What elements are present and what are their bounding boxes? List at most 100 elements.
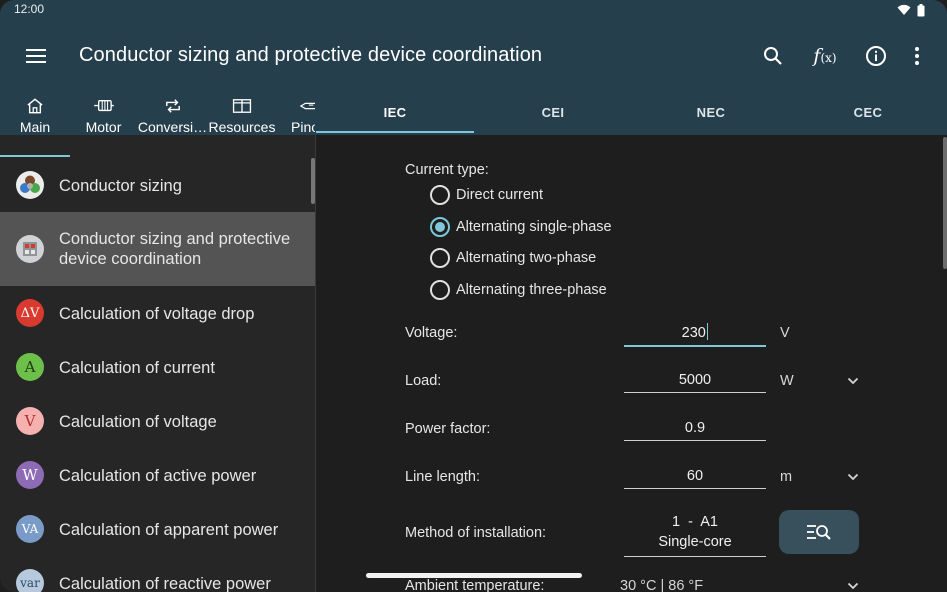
chevron-down-icon[interactable] bbox=[847, 473, 859, 481]
battery-icon bbox=[917, 4, 925, 17]
tab-conversions[interactable]: Conversi… bbox=[137, 92, 208, 135]
radio-button-checked[interactable] bbox=[430, 217, 450, 237]
current-type-label: Current type: bbox=[405, 162, 489, 178]
conductor-cores-icon bbox=[16, 171, 44, 199]
list-item-label: Calculation of reactive power bbox=[59, 575, 271, 592]
list-item-label: Conductor sizing and protective device c… bbox=[59, 230, 291, 268]
radio-button[interactable] bbox=[430, 280, 450, 300]
tab-cei[interactable]: CEI bbox=[474, 92, 632, 133]
radio-label[interactable]: Direct current bbox=[456, 187, 543, 203]
load-unit-select[interactable]: W bbox=[780, 373, 794, 389]
list-item-label: Calculation of apparent power bbox=[59, 521, 279, 539]
gesture-nav-handle[interactable] bbox=[366, 573, 582, 578]
radio-label[interactable]: Alternating two-phase bbox=[456, 250, 596, 266]
info-button[interactable] bbox=[861, 42, 891, 70]
voltage-icon: V bbox=[16, 407, 44, 435]
tab-main[interactable]: Main bbox=[0, 92, 70, 135]
breaker-icon bbox=[16, 235, 44, 263]
installation-picker-button[interactable] bbox=[779, 510, 859, 554]
power-factor-input[interactable]: 0.9 bbox=[624, 420, 766, 441]
current-icon: A bbox=[16, 353, 44, 381]
function-icon: f(x) bbox=[813, 45, 837, 67]
menu-button[interactable] bbox=[22, 42, 50, 70]
list-item-voltage-drop[interactable]: ΔV Calculation of voltage drop bbox=[0, 286, 315, 340]
list-item-current[interactable]: A Calculation of current bbox=[0, 340, 315, 394]
radio-button[interactable] bbox=[430, 185, 450, 205]
installation-method-field[interactable]: 1 - A1 Single-core bbox=[624, 512, 766, 557]
chevron-down-icon[interactable] bbox=[847, 582, 859, 590]
voltage-drop-icon: ΔV bbox=[16, 299, 44, 327]
top-app-bar: 12:00 Conductor sizing and protective de… bbox=[0, 0, 947, 135]
ambient-temperature-label: Ambient temperature: bbox=[405, 578, 545, 592]
radio-button[interactable] bbox=[430, 248, 450, 268]
calculation-form: Current type: Direct current Alternating… bbox=[316, 135, 947, 592]
list-item-apparent-power[interactable]: VA Calculation of apparent power bbox=[0, 502, 315, 556]
list-item-label: Calculation of current bbox=[59, 359, 215, 377]
installation-type: Single-core bbox=[658, 534, 732, 550]
tab-label: Pino bbox=[291, 119, 315, 135]
repeat-icon bbox=[165, 99, 180, 113]
list-item-label: Calculation of voltage drop bbox=[59, 305, 255, 323]
status-time: 12:00 bbox=[14, 2, 45, 16]
chevron-down-icon[interactable] bbox=[847, 377, 859, 385]
active-power-icon: W bbox=[16, 461, 44, 489]
formula-button[interactable]: f(x) bbox=[810, 42, 840, 70]
list-item-label: Calculation of active power bbox=[59, 467, 257, 485]
installation-method-label: Method of installation: bbox=[405, 525, 547, 541]
list-item-conductor-sizing-protective[interactable]: Conductor sizing and protective device c… bbox=[0, 212, 315, 286]
list-search-icon bbox=[807, 525, 831, 540]
list-item-conductor-sizing[interactable]: Conductor sizing bbox=[0, 158, 315, 212]
ambient-temperature-value[interactable]: 30 °C | 86 °F bbox=[620, 578, 703, 592]
load-label: Load: bbox=[405, 373, 442, 389]
book-icon bbox=[232, 99, 252, 113]
overflow-menu-button[interactable] bbox=[902, 42, 932, 70]
list-item-voltage[interactable]: V Calculation of voltage bbox=[0, 394, 315, 448]
hamburger-menu-icon bbox=[26, 49, 46, 63]
form-scrollbar[interactable] bbox=[943, 137, 947, 269]
radio-label[interactable]: Alternating three-phase bbox=[456, 282, 607, 298]
list-item-reactive-power[interactable]: var Calculation of reactive power bbox=[0, 556, 315, 592]
wifi-icon bbox=[897, 4, 911, 15]
tab-motor[interactable]: Motor bbox=[70, 92, 137, 135]
installation-code: 1 - A1 bbox=[672, 514, 718, 530]
tab-indicator bbox=[316, 131, 474, 133]
apparent-power-icon: VA bbox=[16, 515, 44, 543]
load-input[interactable]: 5000 bbox=[624, 372, 766, 393]
tab-nec[interactable]: NEC bbox=[632, 92, 790, 133]
category-tab-indicator-bar bbox=[0, 155, 70, 157]
voltage-unit: V bbox=[780, 325, 790, 341]
standard-tabs: IEC CEI NEC CEC bbox=[316, 92, 947, 135]
line-length-input[interactable]: 60 bbox=[624, 468, 766, 489]
reactive-power-icon: var bbox=[16, 569, 44, 592]
tab-cec[interactable]: CEC bbox=[789, 92, 947, 133]
radio-label[interactable]: Alternating single-phase bbox=[456, 219, 612, 235]
status-icons bbox=[897, 4, 925, 17]
info-icon bbox=[866, 46, 886, 66]
power-factor-label: Power factor: bbox=[405, 421, 491, 437]
voltage-label: Voltage: bbox=[405, 325, 458, 341]
tab-label: Main bbox=[19, 119, 51, 135]
tab-label: Motor bbox=[85, 119, 122, 135]
tab-label: Resources bbox=[208, 119, 276, 135]
motor-icon bbox=[93, 100, 114, 112]
home-icon bbox=[27, 98, 43, 114]
search-button[interactable] bbox=[758, 42, 788, 70]
tab-resources[interactable]: Resources bbox=[208, 92, 276, 135]
app-window: 12:00 Conductor sizing and protective de… bbox=[0, 0, 947, 592]
tab-iec[interactable]: IEC bbox=[316, 92, 474, 133]
category-tabs: Main Motor Conversi… Resources Pino bbox=[0, 92, 315, 135]
text-caret bbox=[706, 323, 709, 340]
line-length-label: Line length: bbox=[405, 469, 480, 485]
voltage-input[interactable]: 230 bbox=[624, 323, 766, 347]
tab-pinouts[interactable]: Pino bbox=[285, 92, 315, 135]
page-title: Conductor sizing and protective device c… bbox=[79, 44, 543, 66]
list-item-label: Conductor sizing bbox=[59, 177, 182, 195]
calculation-list: Conductor sizing Conductor sizing and pr… bbox=[0, 158, 315, 592]
plug-icon bbox=[299, 102, 315, 110]
list-item-label: Calculation of voltage bbox=[59, 413, 217, 431]
search-icon bbox=[764, 47, 782, 65]
list-item-active-power[interactable]: W Calculation of active power bbox=[0, 448, 315, 502]
more-vert-icon bbox=[915, 47, 919, 65]
line-length-unit-select[interactable]: m bbox=[780, 469, 792, 485]
tab-label: Conversi… bbox=[137, 119, 208, 135]
